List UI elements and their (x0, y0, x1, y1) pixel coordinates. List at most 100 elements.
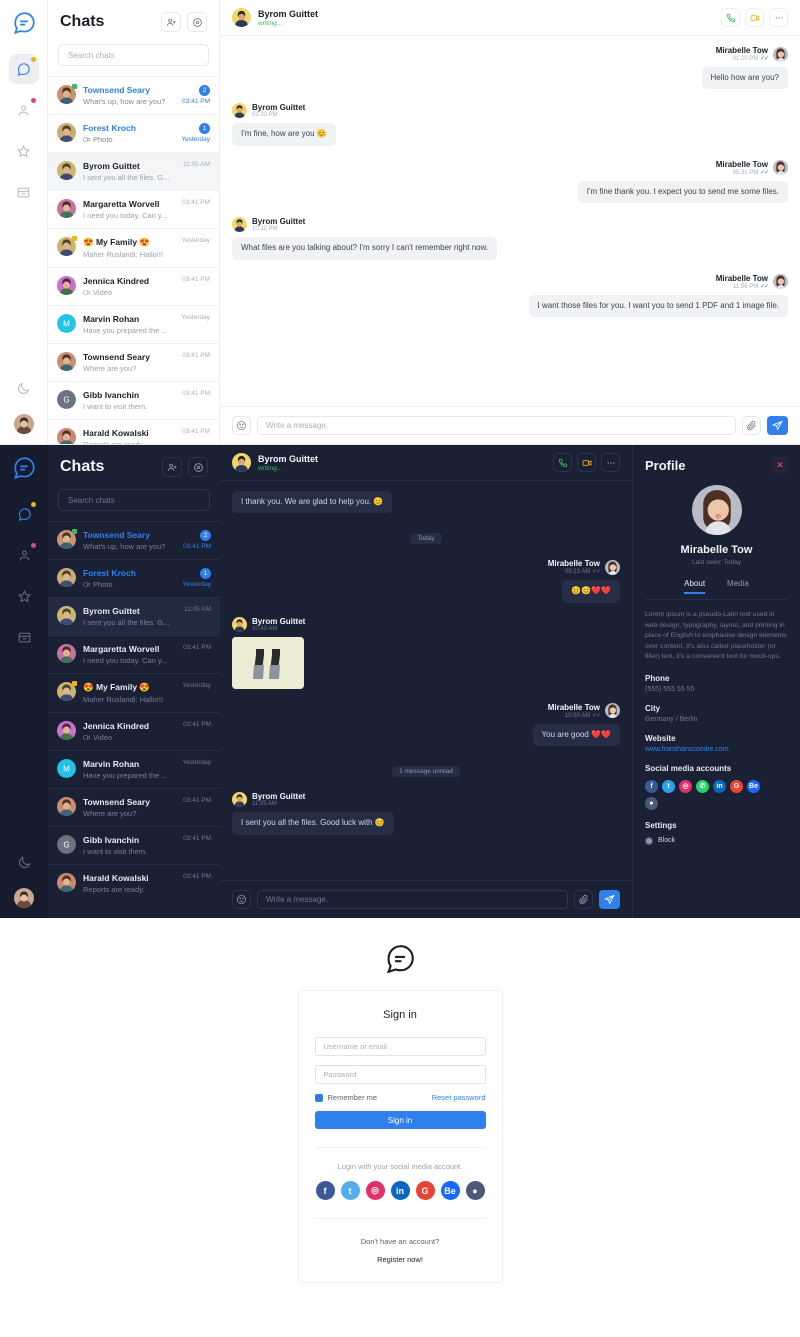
chat-list-item[interactable]: Jennica Kindred Video 03:41 PM (48, 712, 220, 750)
paperclip-icon[interactable] (574, 890, 593, 909)
reset-password-link[interactable]: Reset password (432, 1093, 486, 1102)
instagram-icon[interactable]: ◎ (365, 1181, 385, 1200)
send-icon[interactable] (599, 890, 620, 909)
phone-icon[interactable] (721, 8, 740, 27)
message-sender: Mirabelle Tow (715, 273, 768, 283)
video-camera-icon[interactable] (577, 453, 596, 472)
tab-media[interactable]: Media (727, 579, 749, 594)
chat-list-item[interactable]: Forest Kroch Photo 1 Yesterday (48, 114, 219, 152)
linkedin-icon[interactable]: in (713, 779, 726, 793)
send-icon[interactable] (767, 416, 788, 435)
linkedin-icon[interactable]: in (390, 1181, 410, 1200)
image-message[interactable] (232, 636, 304, 689)
block-label: Block (658, 837, 676, 845)
avatar (57, 123, 76, 142)
chat-logo-icon[interactable] (11, 10, 37, 36)
message-input[interactable]: Write a message. (257, 416, 736, 435)
search-input[interactable]: Search chats (58, 44, 209, 66)
chat-list-item[interactable]: Jennica Kindred Video 03:41 PM (48, 267, 219, 305)
instagram-icon[interactable]: ◎ (679, 779, 692, 793)
block-radio[interactable] (645, 836, 653, 845)
avatar (57, 568, 76, 587)
chat-list-item[interactable]: Harald Kowalski Reports are ready. 03:41 P… (48, 419, 219, 444)
tab-about[interactable]: About (684, 579, 706, 594)
theme-toggle-moon-icon[interactable] (9, 373, 39, 403)
twitter-icon[interactable]: t (662, 779, 675, 793)
remember-me-checkbox[interactable]: ✓ (314, 1093, 323, 1102)
message-meta: Mirabelle Tow 11:56 PM ✓✓ (232, 274, 788, 290)
chat-list-item[interactable]: G Gibb Ivanchin I want to visit them. 03:41… (48, 826, 220, 864)
peer-avatar[interactable] (232, 453, 251, 472)
theme-toggle-moon-icon[interactable] (9, 847, 39, 877)
dribbble-icon[interactable]: ● (465, 1181, 485, 1200)
avatar (57, 681, 77, 701)
chat-list-item[interactable]: Townsend Seary Where are you? 03:41 PM (48, 343, 219, 381)
chat-item-time: 03:41 PM (182, 428, 210, 435)
avatar[interactable] (13, 414, 34, 434)
chat-list-item[interactable]: Byrom Guittet I sent you all the files. G… (48, 597, 220, 635)
google-icon[interactable]: G (730, 779, 743, 793)
peer-avatar[interactable] (232, 8, 251, 27)
settings-icon[interactable] (187, 12, 207, 32)
chat-list-item[interactable]: G Gibb Ivanchin I want to visit them. 03:41… (48, 381, 219, 419)
add-contact-icon[interactable] (161, 12, 181, 32)
profile-about-text: Lorem ipsum is a pseudo-Latin text used … (645, 611, 787, 661)
chat-list-item[interactable]: 😍 My Family 😍 Maher Ruslandi: Hallo!!! Yes… (48, 228, 219, 267)
chat-list-item[interactable]: Townsend Seary Where are you? 03:41 PM (48, 788, 220, 826)
rail-item-archive[interactable] (9, 177, 39, 207)
rail-item-chats[interactable] (9, 499, 39, 529)
facebook-icon[interactable]: f (315, 1181, 335, 1200)
chat-logo-icon[interactable] (11, 455, 37, 481)
sign-in-button[interactable]: Sign in (314, 1111, 486, 1129)
phone-icon[interactable] (553, 453, 572, 472)
chat-list-item[interactable]: Byrom Guittet I sent you all the files. G… (48, 152, 219, 190)
dribbble-icon[interactable]: ● (645, 796, 658, 810)
username-field[interactable]: Username or email (314, 1037, 486, 1056)
search-input[interactable]: Search chats (58, 489, 210, 511)
read-receipt-icon: ✓✓ (759, 169, 769, 176)
behance-icon[interactable]: Be (440, 1181, 460, 1200)
rail-item-archive[interactable] (9, 622, 39, 652)
behance-icon[interactable]: Be (747, 779, 760, 793)
chat-item-time: Yesterday (182, 581, 211, 588)
conversation-light: Byrom Guittet writing... Mirabelle Tow 01… (220, 0, 800, 444)
google-icon[interactable]: G (415, 1181, 435, 1200)
emoji-icon[interactable] (232, 890, 251, 909)
message-input[interactable]: Write a message. (257, 890, 568, 909)
rail-item-contacts[interactable] (9, 95, 39, 125)
rail-item-favorites[interactable] (9, 581, 39, 611)
add-contact-icon[interactable] (162, 457, 182, 477)
settings-icon[interactable] (188, 457, 208, 477)
chat-list-item[interactable]: Harald Kowalski Reports are ready. 03:41 P… (48, 864, 220, 902)
chat-item-text: Marvin Rohan Have you prepared the ... (83, 759, 175, 780)
chat-list-item[interactable]: Forest Kroch Photo 1 Yesterday (48, 559, 220, 597)
chat-list-item[interactable]: Townsend Seary What's up, how are you? 2 03… (48, 521, 220, 559)
close-icon[interactable]: ✕ (772, 457, 788, 473)
chat-list-item[interactable]: Margaretta Worvell I need you today. Can … (48, 190, 219, 228)
chat-list-item[interactable]: Townsend Seary What's up, how are you? 2 03… (48, 76, 219, 114)
chat-item-right: Yesterday (181, 314, 210, 321)
rail-item-favorites[interactable] (9, 136, 39, 166)
paperclip-icon[interactable] (742, 416, 761, 435)
rail-item-chats[interactable] (8, 54, 39, 84)
register-link[interactable]: Register now! (315, 1255, 486, 1264)
remember-me-row[interactable]: ✓ Remember me (314, 1093, 377, 1102)
chat-item-text: Forest Kroch Photo (83, 123, 174, 144)
profile-website-link[interactable]: www.franshanscombe.com (645, 746, 788, 753)
chat-list-item[interactable]: M Marvin Rohan Have you prepared the ... Ye… (48, 750, 220, 788)
chat-list-item[interactable]: Margaretta Worvell I need you today. Can … (48, 635, 220, 673)
chat-list-item[interactable]: M Marvin Rohan Have you prepared the ... Ye… (48, 305, 219, 343)
block-toggle[interactable]: Block (645, 836, 788, 845)
more-horizontal-icon[interactable] (601, 453, 620, 472)
password-field[interactable]: Password (314, 1065, 486, 1084)
chat-item-name: Marvin Rohan (83, 314, 140, 324)
emoji-icon[interactable] (232, 416, 251, 435)
video-camera-icon[interactable] (745, 8, 764, 27)
twitter-icon[interactable]: t (340, 1181, 360, 1200)
chat-list-item[interactable]: 😍 My Family 😍 Maher Ruslandi: Hallo!!! Yes… (48, 673, 220, 712)
whatsapp-icon[interactable]: ✆ (696, 779, 709, 793)
more-horizontal-icon[interactable] (769, 8, 788, 27)
avatar[interactable] (14, 888, 34, 908)
facebook-icon[interactable]: f (645, 779, 658, 793)
rail-item-contacts[interactable] (9, 540, 39, 570)
